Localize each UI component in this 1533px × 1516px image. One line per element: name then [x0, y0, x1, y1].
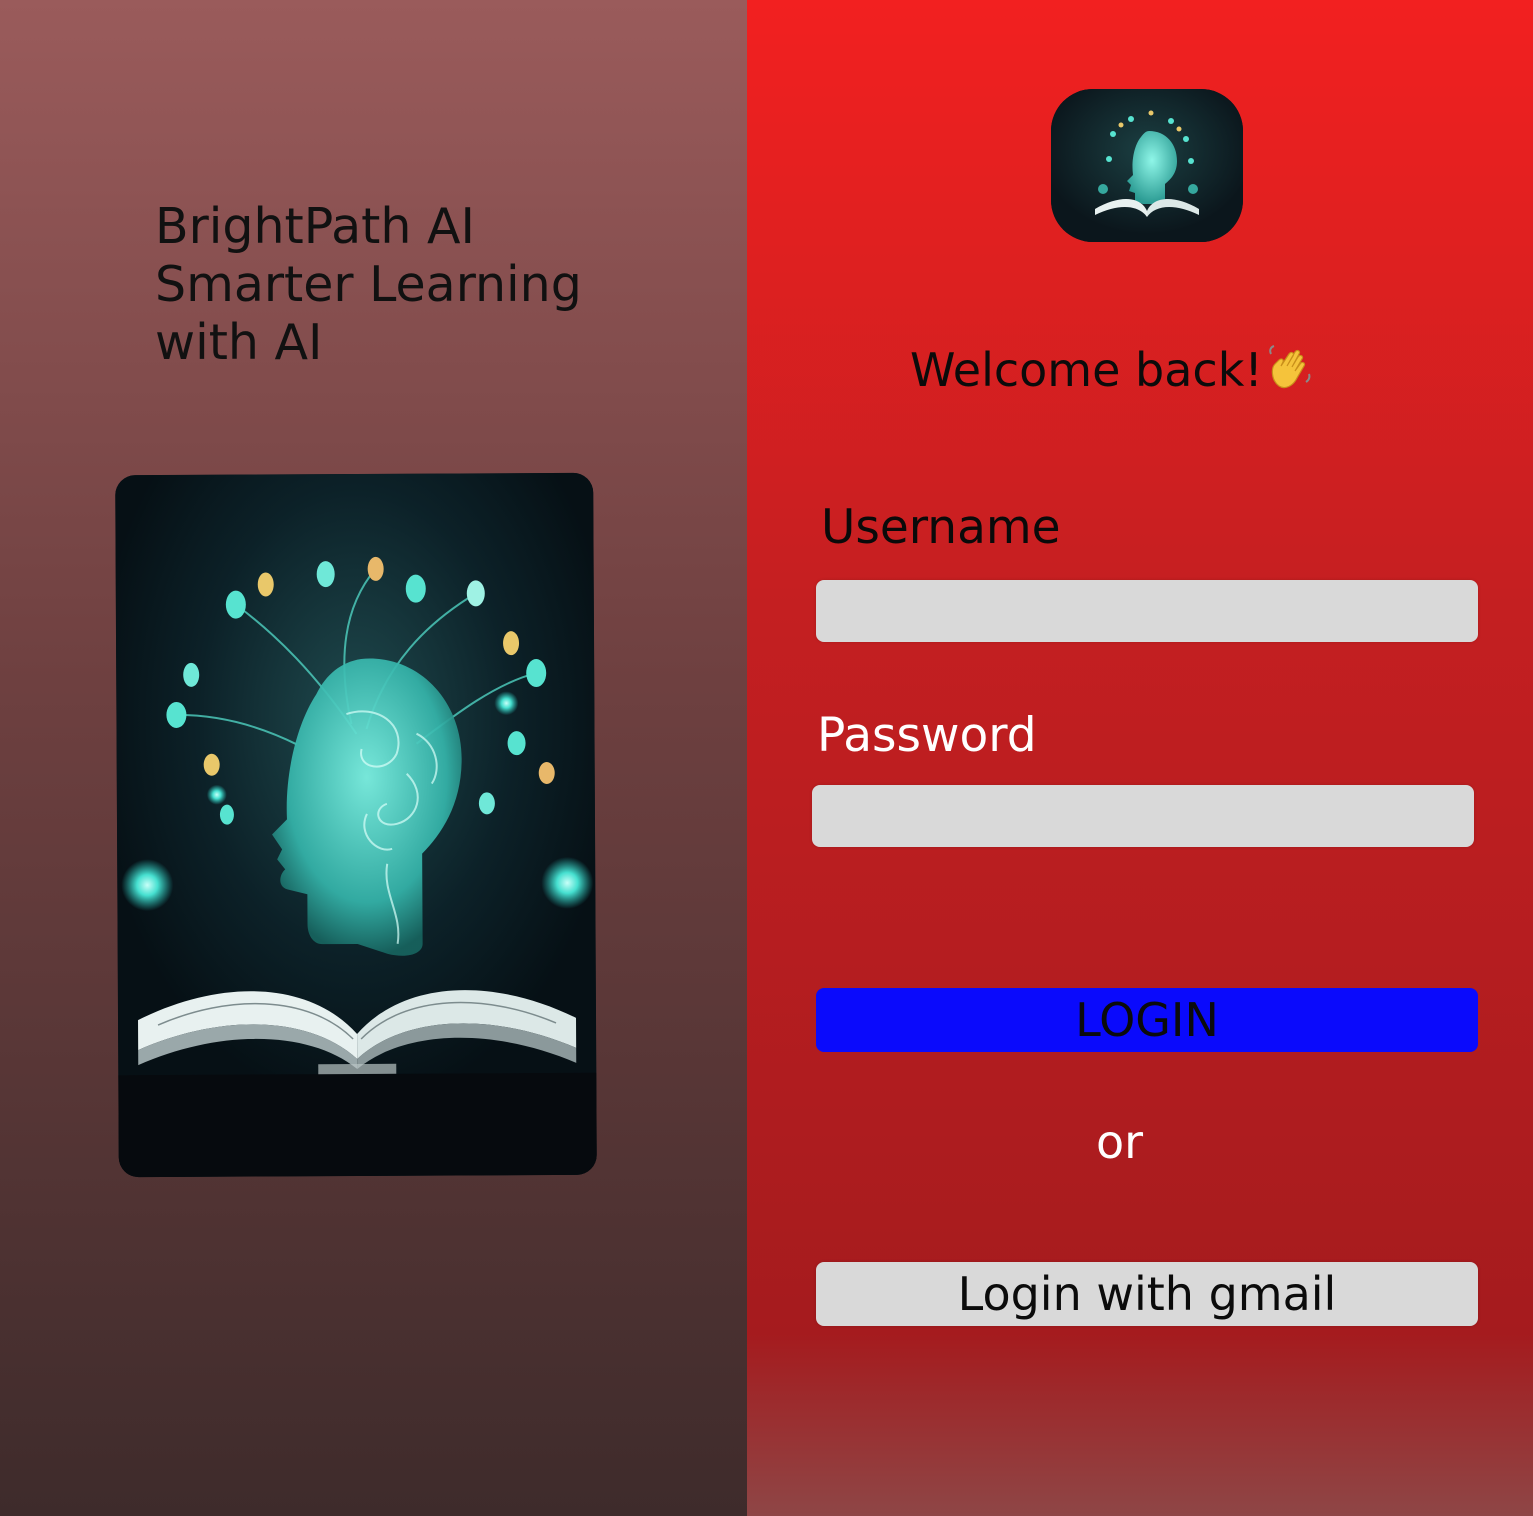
waving-hand-icon: [1265, 342, 1315, 406]
password-label: Password: [817, 708, 1037, 763]
username-input[interactable]: [816, 580, 1478, 642]
username-label: Username: [821, 500, 1061, 555]
login-with-gmail-button[interactable]: Login with gmail: [816, 1262, 1478, 1326]
tagline-line-3: with AI: [155, 314, 323, 371]
login-button[interactable]: LOGIN: [816, 988, 1478, 1052]
tagline-line-1: BrightPath AI: [155, 198, 475, 255]
ai-head-book-logo-icon: [1051, 89, 1243, 242]
tagline-line-2: Smarter Learning: [155, 256, 582, 313]
ai-head-book-illustration-icon: [115, 472, 597, 1178]
left-panel: BrightPath AI Smarter Learning with AI: [0, 0, 747, 1516]
welcome-heading: Welcome back!: [910, 340, 1315, 406]
app-logo: [1051, 89, 1243, 242]
hero-illustration: [115, 472, 597, 1178]
or-divider-text: or: [1096, 1115, 1144, 1169]
brand-tagline: BrightPath AI Smarter Learning with AI: [155, 198, 595, 372]
welcome-text: Welcome back!: [910, 343, 1263, 397]
password-input[interactable]: [812, 785, 1474, 847]
